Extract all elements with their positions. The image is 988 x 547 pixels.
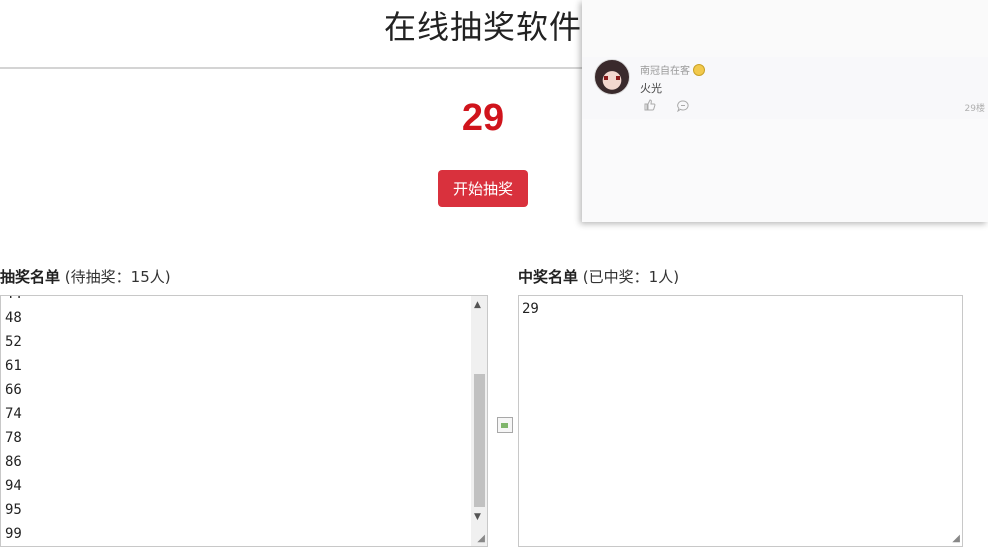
comment-item: 南冠自在客 火光 29楼 (582, 57, 988, 119)
pending-list-title: 抽奖名单 (0, 268, 61, 286)
scrollbar-thumb[interactable] (474, 374, 485, 507)
list-item: 78 (5, 430, 22, 446)
list-item: 95 (5, 502, 22, 518)
winner-list-title: 中奖名单 (518, 268, 579, 286)
start-draw-button[interactable]: 开始抽奖 (438, 170, 528, 207)
winner-list-label: 中奖名单 (已中奖：1人) (518, 266, 679, 287)
overlay-empty-area (582, 119, 988, 222)
comment-bubble-icon[interactable] (677, 100, 689, 112)
pending-list-label: 抽奖名单 (待抽奖：15人) (0, 266, 171, 287)
comment-username-text[interactable]: 南冠自在客 (640, 66, 690, 77)
pending-list-entries: 44 48 52 61 66 74 78 86 94 95 99 (5, 296, 22, 546)
winner-list-value: 29 (522, 301, 539, 317)
thumbs-up-icon[interactable] (644, 99, 656, 111)
list-item: 99 (5, 526, 22, 542)
list-item: 86 (5, 454, 22, 470)
list-item: 48 (5, 310, 22, 326)
overlay-header-area (582, 0, 988, 57)
list-item: 61 (5, 358, 22, 374)
pending-list-textarea[interactable]: 44 48 52 61 66 74 78 86 94 95 99 ▲ ▼ ◢ (0, 295, 488, 547)
avatar[interactable] (594, 59, 630, 95)
comment-overlay-panel: 南冠自在客 火光 29楼 (582, 0, 988, 222)
emoji-icon (693, 64, 705, 76)
list-item: 74 (5, 406, 22, 422)
list-item: 94 (5, 478, 22, 494)
list-item: 66 (5, 382, 22, 398)
pending-list-count: (待抽奖：15人) (64, 268, 171, 286)
vertical-scrollbar[interactable]: ▲ ▼ (471, 296, 487, 546)
comment-username[interactable]: 南冠自在客 (640, 62, 705, 77)
list-item: 52 (5, 334, 22, 350)
broken-image-icon (497, 417, 513, 433)
list-item: 44 (5, 296, 22, 306)
winner-list-count: (已中奖：1人) (582, 268, 680, 286)
scroll-up-arrow-icon[interactable]: ▲ (474, 301, 481, 310)
comment-text: 火光 (640, 82, 662, 95)
floor-number: 29楼 (964, 104, 985, 114)
winner-list-textarea[interactable]: 29 ◢ (518, 295, 963, 547)
resize-grip-icon[interactable]: ◢ (477, 534, 485, 544)
scroll-down-arrow-icon[interactable]: ▼ (474, 513, 481, 522)
resize-grip-icon[interactable]: ◢ (952, 534, 960, 544)
